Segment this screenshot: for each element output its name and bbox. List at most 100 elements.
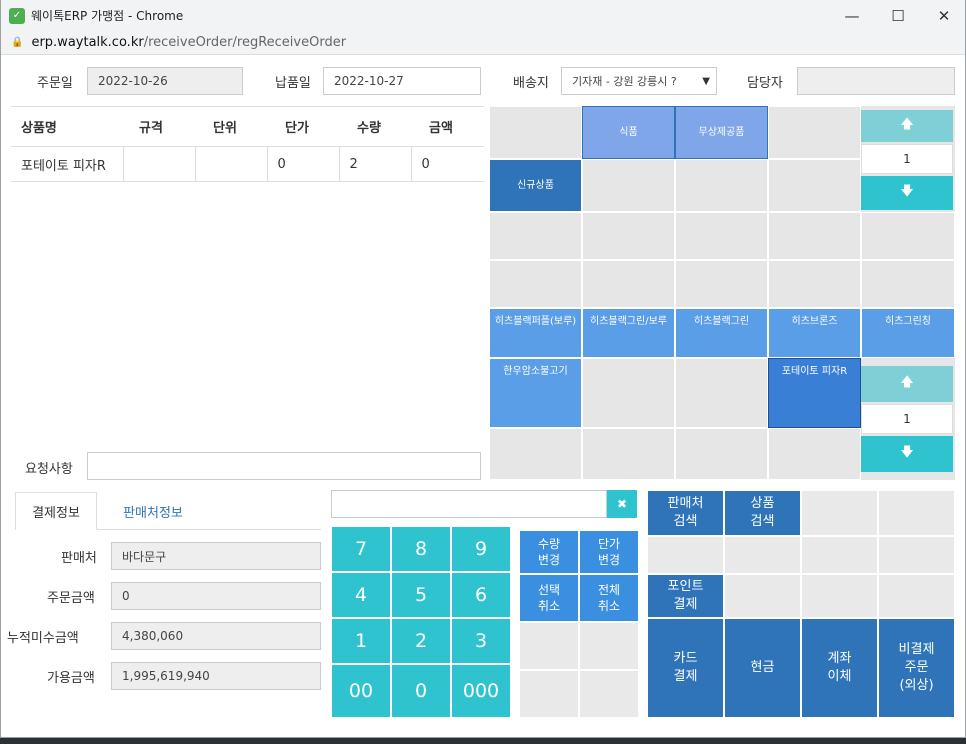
product-tile[interactable]: 히츠블랙그린 <box>675 308 768 358</box>
destination-label: 배송지 <box>513 76 549 91</box>
price-change-button[interactable]: 단가 변경 <box>579 530 639 574</box>
minimize-button[interactable]: — <box>829 0 875 31</box>
blank-key <box>519 622 579 670</box>
product-tile-selected[interactable]: 포테이토 피자R <box>768 358 861 428</box>
url-path: /receiveOrder/regReceiveOrder <box>143 35 347 50</box>
category-page-down-button[interactable]: 🡇 <box>861 176 953 210</box>
keypad-input[interactable] <box>331 490 607 518</box>
cash-button[interactable]: 현금 <box>724 618 801 718</box>
grid-empty <box>675 428 768 480</box>
order-date-label: 주문일 <box>37 76 73 91</box>
available-label: 가용금액 <box>47 671 95 686</box>
product-page-down-button[interactable]: 🡇 <box>861 436 953 472</box>
order-amount-field: 0 <box>111 582 321 610</box>
key-1[interactable]: 1 <box>331 618 391 664</box>
grid-empty <box>582 428 675 480</box>
tab-seller-info[interactable]: 판매처정보 <box>103 492 203 530</box>
point-pay-button[interactable]: 포인트 결제 <box>647 574 724 618</box>
order-date-field[interactable]: 2022-10-26 <box>87 67 243 95</box>
lock-icon: 🔒 <box>11 37 24 48</box>
clear-button[interactable]: ✖ <box>607 490 637 518</box>
close-button[interactable]: ✕ <box>921 0 966 31</box>
grid-empty <box>768 428 861 480</box>
blank-key <box>579 670 639 718</box>
table-row[interactable]: 포테이토 피자R 0 2 0 <box>11 146 484 182</box>
order-form: 주문일 2022-10-26 납품일 2022-10-27 배송지 기자재 - … <box>1 56 965 738</box>
key-7[interactable]: 7 <box>331 526 391 572</box>
category-food[interactable]: 식품 <box>582 106 675 159</box>
key-9[interactable]: 9 <box>451 526 511 572</box>
cell-unit <box>194 146 267 182</box>
col-spec: 규격 <box>123 106 195 147</box>
all-cancel-button[interactable]: 전체 취소 <box>579 574 639 622</box>
key-00[interactable]: 00 <box>331 664 391 718</box>
key-0[interactable]: 0 <box>391 664 451 718</box>
category-new-product[interactable]: 신규상품 <box>489 159 582 212</box>
blank-action <box>647 536 724 574</box>
transfer-button[interactable]: 계좌 이체 <box>801 618 878 718</box>
manager-field[interactable] <box>797 67 955 95</box>
key-4[interactable]: 4 <box>331 572 391 618</box>
grid-empty <box>489 212 582 260</box>
key-8[interactable]: 8 <box>391 526 451 572</box>
delivery-date-field[interactable]: 2022-10-27 <box>323 67 481 95</box>
grid-empty <box>861 212 955 260</box>
product-tile[interactable]: 히츠블랙퍼플(보루) <box>489 308 582 358</box>
card-pay-button[interactable]: 카드 결제 <box>647 618 724 718</box>
order-items-table: 상품명 규격 단위 단가 수량 금액 포테이토 피자R 0 2 0 <box>11 106 484 182</box>
blank-key <box>579 622 639 670</box>
request-label: 요청사항 <box>25 462 73 477</box>
product-tile[interactable]: 히츠블랙그린/보루 <box>582 308 675 358</box>
key-000[interactable]: 000 <box>451 664 511 718</box>
grid-empty <box>675 212 768 260</box>
col-quantity: 수량 <box>339 106 411 147</box>
info-tabs: 결제정보 판매처정보 <box>15 492 321 530</box>
arrow-down-icon: 🡇 <box>900 184 914 199</box>
grid-empty <box>582 159 675 212</box>
category-page-up-button[interactable]: 🡅 <box>861 110 953 142</box>
request-input[interactable] <box>87 452 481 480</box>
product-tile[interactable]: 한우암소불고기 <box>489 358 582 428</box>
select-cancel-button[interactable]: 선택 취소 <box>519 574 579 622</box>
cell-quantity: 2 <box>338 146 411 182</box>
grid-empty <box>582 212 675 260</box>
category-free-supply[interactable]: 무상제공품 <box>675 106 768 159</box>
blank-action <box>801 536 878 574</box>
tab-payment-info[interactable]: 결제정보 <box>15 492 97 530</box>
seller-field: 바다문구 <box>111 542 321 570</box>
address-bar[interactable]: 🔒 erp.waytalk.co.kr /receiveOrder/regRec… <box>1 31 965 55</box>
grid-empty <box>582 358 675 428</box>
key-3[interactable]: 3 <box>451 618 511 664</box>
destination-select[interactable]: 기자재 - 강원 강릉시 ? ▼ <box>561 67 717 95</box>
col-unit: 단위 <box>195 106 267 147</box>
cell-amount: 0 <box>410 146 484 182</box>
blank-action <box>878 490 955 536</box>
maximize-button[interactable]: ☐ <box>875 0 921 31</box>
arrow-up-icon: 🡅 <box>900 375 914 390</box>
col-unit-price: 단가 <box>267 106 339 147</box>
blank-key <box>519 670 579 718</box>
product-tile[interactable]: 히츠그린칭 <box>861 308 955 358</box>
product-tile[interactable]: 히츠브론즈 <box>768 308 861 358</box>
available-field: 1,995,619,940 <box>111 662 321 690</box>
col-product-name: 상품명 <box>11 106 123 147</box>
delivery-date-label: 납품일 <box>275 76 311 91</box>
key-6[interactable]: 6 <box>451 572 511 618</box>
destination-value: 기자재 - 강원 강릉시 ? <box>572 75 677 88</box>
key-5[interactable]: 5 <box>391 572 451 618</box>
browser-window: ✓ 웨이톡ERP 가맹점 - Chrome — ☐ ✕ 🔒 erp.waytal… <box>0 0 966 738</box>
url-host: erp.waytalk.co.kr <box>31 35 144 50</box>
manager-label: 담당자 <box>747 76 783 91</box>
cell-product-name: 포테이토 피자R <box>11 146 123 182</box>
chevron-down-icon: ▼ <box>702 75 710 87</box>
product-page-up-button[interactable]: 🡅 <box>861 366 953 402</box>
unpaid-field: 4,380,060 <box>111 622 321 650</box>
grid-empty <box>675 358 768 428</box>
product-search-button[interactable]: 상품 검색 <box>724 490 801 536</box>
non-pay-order-button[interactable]: 비결제 주문 (외상) <box>878 618 955 718</box>
qty-change-button[interactable]: 수량 변경 <box>519 530 579 574</box>
blank-action <box>724 536 801 574</box>
key-2[interactable]: 2 <box>391 618 451 664</box>
table-header-row: 상품명 규격 단위 단가 수량 금액 <box>11 106 484 147</box>
seller-search-button[interactable]: 판매처 검색 <box>647 490 724 536</box>
